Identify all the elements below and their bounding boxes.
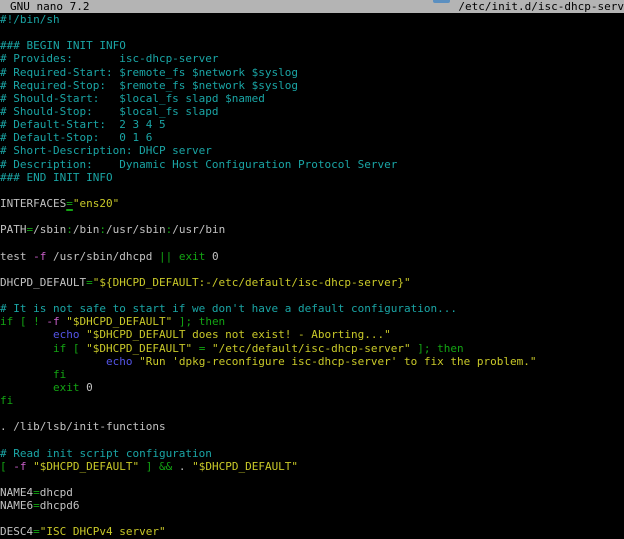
nano-file-path: /etc/init.d/isc-dhcp-serv [458, 0, 624, 13]
code-line[interactable]: # Read init script configuration [0, 447, 624, 460]
nano-editor[interactable]: #!/bin/sh ### BEGIN INIT INFO# Provides: … [0, 13, 624, 539]
code-line[interactable]: NAME6=dhcpd6 [0, 499, 624, 512]
text-cursor: = [66, 197, 73, 210]
code-line[interactable]: ### BEGIN INIT INFO [0, 39, 624, 52]
code-line[interactable]: test -f /usr/sbin/dhcpd || exit 0 [0, 250, 624, 263]
vnc-toolbar-handle[interactable] [433, 0, 450, 3]
code-line[interactable]: # Default-Stop: 0 1 6 [0, 131, 624, 144]
code-line[interactable]: # Should-Start: $local_fs slapd $named [0, 92, 624, 105]
nano-app-title: GNU nano 7.2 [0, 0, 89, 13]
code-line[interactable]: DHCPD_DEFAULT="${DHCPD_DEFAULT:-/etc/def… [0, 276, 624, 289]
code-line[interactable]: if [ ! -f "$DHCPD_DEFAULT" ]; then [0, 315, 624, 328]
code-line[interactable]: DESC4="ISC DHCPv4 server" [0, 525, 624, 538]
code-line[interactable]: # Provides: isc-dhcp-server [0, 52, 624, 65]
code-line[interactable]: NAME4=dhcpd [0, 486, 624, 499]
code-line[interactable]: fi [0, 394, 624, 407]
code-line[interactable]: . /lib/lsb/init-functions [0, 420, 624, 433]
code-line[interactable]: PATH=/sbin:/bin:/usr/sbin:/usr/bin [0, 223, 624, 236]
code-line[interactable]: # Short-Description: DHCP server [0, 144, 624, 157]
code-line[interactable]: fi [0, 368, 624, 381]
code-line[interactable]: exit 0 [0, 381, 624, 394]
code-line[interactable]: # It is not safe to start if we don't ha… [0, 302, 624, 315]
code-line[interactable]: # Required-Stop: $remote_fs $network $sy… [0, 79, 624, 92]
code-line[interactable] [0, 263, 624, 276]
console-screen[interactable]: GNU nano 7.2 /etc/init.d/isc-dhcp-serv #… [0, 0, 624, 539]
code-line[interactable]: INTERFACES="ens20" [0, 197, 624, 210]
code-line[interactable]: # Description: Dynamic Host Configuratio… [0, 158, 624, 171]
code-line[interactable] [0, 407, 624, 420]
editor-lines: #!/bin/sh ### BEGIN INIT INFO# Provides: … [0, 13, 624, 539]
code-line[interactable]: # Default-Start: 2 3 4 5 [0, 118, 624, 131]
code-line[interactable] [0, 512, 624, 525]
code-line[interactable] [0, 26, 624, 39]
code-line[interactable]: # Should-Stop: $local_fs slapd [0, 105, 624, 118]
code-line[interactable]: ### END INIT INFO [0, 171, 624, 184]
code-line[interactable]: if [ "$DHCPD_DEFAULT" = "/etc/default/is… [0, 342, 624, 355]
code-line[interactable]: # Required-Start: $remote_fs $network $s… [0, 66, 624, 79]
code-line[interactable]: echo "Run 'dpkg-reconfigure isc-dhcp-ser… [0, 355, 624, 368]
code-line[interactable] [0, 184, 624, 197]
code-line[interactable] [0, 210, 624, 223]
code-line[interactable]: [ -f "$DHCPD_DEFAULT" ] && . "$DHCPD_DEF… [0, 460, 624, 473]
code-line[interactable]: #!/bin/sh [0, 13, 624, 26]
code-line[interactable] [0, 473, 624, 486]
code-line[interactable] [0, 289, 624, 302]
code-line[interactable] [0, 236, 624, 249]
code-line[interactable]: echo "$DHCPD_DEFAULT does not exist! - A… [0, 328, 624, 341]
nano-titlebar: GNU nano 7.2 /etc/init.d/isc-dhcp-serv [0, 0, 624, 13]
code-line[interactable] [0, 434, 624, 447]
